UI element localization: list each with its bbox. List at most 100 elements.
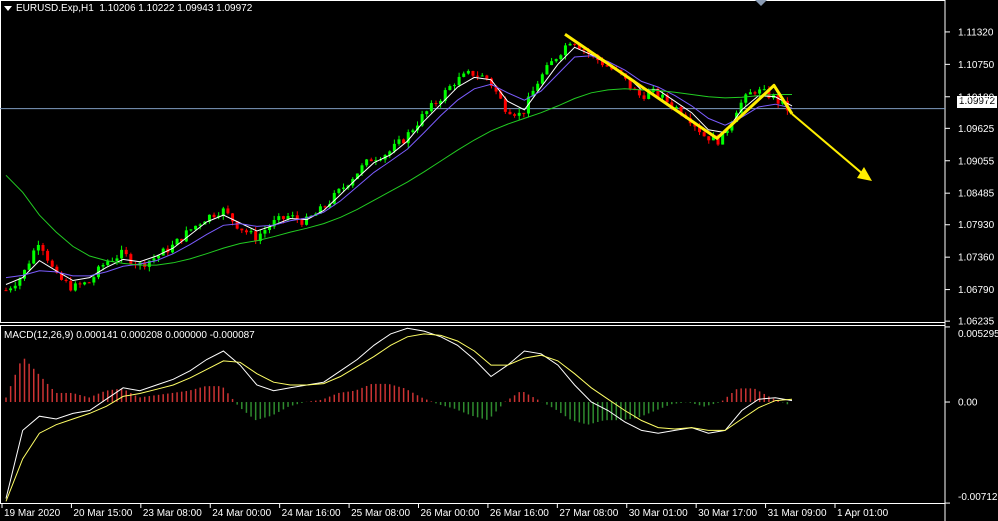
- bull-candle: [13, 285, 17, 289]
- chart-canvas[interactable]: 1.11320 1.10750 1.10180 1.09625 1.09055 1.084…: [0, 0, 998, 521]
- bear-candle: [87, 282, 91, 284]
- macd-tick-label: 0.00: [958, 398, 978, 409]
- bear-candle: [69, 281, 73, 291]
- bear-candle: [129, 254, 133, 264]
- bull-candle: [184, 230, 188, 242]
- bear-candle: [485, 75, 489, 79]
- moving-average-line: [5, 46, 793, 285]
- forecast-arrow-line[interactable]: [791, 113, 865, 176]
- time-tick-label: 1 Apr 01:00: [837, 508, 889, 519]
- bear-candle: [212, 214, 216, 218]
- bull-candle: [277, 216, 281, 221]
- bear-candle: [323, 206, 327, 208]
- price-tick-label: 1.08485: [958, 189, 995, 200]
- time-tick-label: 25 Mar 08:00: [351, 508, 410, 519]
- macd-tick-label: -0.007126: [958, 492, 998, 503]
- bear-candle: [244, 230, 248, 233]
- time-tick-label: 27 Mar 08:00: [559, 508, 618, 519]
- bull-candle: [332, 192, 336, 204]
- bull-candle: [462, 73, 466, 77]
- bull-candle: [568, 43, 572, 46]
- price-tick-label: 1.09625: [958, 124, 995, 135]
- bull-candle: [32, 250, 36, 264]
- bull-candle: [36, 244, 40, 251]
- bull-candle: [457, 76, 461, 86]
- price-tick-label: 1.07360: [958, 253, 995, 264]
- bull-candle: [337, 188, 341, 193]
- time-tick-label: 31 Mar 09:00: [768, 508, 827, 519]
- bull-candle: [540, 74, 544, 84]
- price-tick-label: 1.06790: [958, 285, 995, 296]
- bull-candle: [365, 159, 369, 166]
- bear-candle: [471, 70, 475, 76]
- bear-candle: [46, 250, 50, 261]
- zigzag-drawing[interactable]: [564, 32, 794, 140]
- bull-candle: [115, 258, 119, 261]
- price-tick-label: 1.11320: [958, 27, 994, 38]
- bull-candle: [194, 225, 198, 230]
- bull-candle: [448, 86, 452, 91]
- bear-candle: [254, 231, 258, 242]
- price-tick-label: 1.07930: [958, 220, 995, 231]
- shift-marker-icon[interactable]: [755, 0, 767, 6]
- bull-candle: [27, 263, 31, 270]
- bear-candle: [369, 159, 373, 162]
- bull-candle: [106, 261, 110, 266]
- bull-candle: [73, 283, 77, 291]
- bull-candle: [342, 187, 346, 189]
- bull-candle: [758, 89, 762, 94]
- bear-candle: [300, 219, 304, 225]
- bull-candle: [249, 231, 253, 233]
- bull-candle: [152, 258, 156, 261]
- bear-candle: [41, 244, 45, 251]
- bear-candle: [642, 95, 646, 99]
- bull-candle: [397, 139, 401, 144]
- bull-candle: [466, 70, 470, 74]
- bear-candle: [78, 283, 82, 285]
- main-panel-border: [0, 0, 946, 323]
- time-tick-label: 20 Mar 15:00: [73, 508, 132, 519]
- price-tick-label: 1.06235: [958, 317, 995, 328]
- bear-candle: [702, 132, 706, 137]
- bear-candle: [402, 139, 406, 144]
- bull-candle: [545, 65, 549, 75]
- bull-candle: [9, 288, 13, 291]
- bull-candle: [189, 229, 193, 231]
- bull-candle: [661, 94, 665, 98]
- bull-candle: [744, 94, 748, 103]
- time-tick-label: 19 Mar 2020: [4, 508, 61, 519]
- bull-candle: [221, 208, 225, 216]
- bear-candle: [226, 208, 230, 214]
- bull-candle: [559, 55, 563, 60]
- bull-candle: [429, 103, 433, 112]
- bear-candle: [124, 249, 128, 255]
- bear-candle: [4, 290, 8, 292]
- bull-candle: [452, 85, 456, 87]
- price-tick-label: 1.10180: [958, 92, 995, 103]
- time-tick-label: 26 Mar 16:00: [490, 508, 549, 519]
- bear-candle: [573, 43, 577, 45]
- signal-line: [5, 333, 793, 502]
- bull-candle: [263, 230, 267, 234]
- bull-candle: [83, 282, 87, 285]
- bull-candle: [425, 111, 429, 115]
- bear-candle: [50, 260, 54, 267]
- price-tick-label: 1.09055: [958, 156, 995, 167]
- time-tick-label: 24 Mar 00:00: [212, 508, 271, 519]
- bull-candle: [554, 59, 558, 62]
- bull-candle: [674, 107, 678, 109]
- bull-candle: [92, 277, 96, 283]
- forecast-arrow-head-icon[interactable]: [857, 166, 872, 181]
- bear-candle: [753, 92, 757, 94]
- bear-candle: [503, 98, 507, 112]
- bull-candle: [120, 249, 124, 259]
- price-tick-label: 1.10750: [958, 60, 995, 71]
- bear-candle: [281, 216, 285, 220]
- macd-tick-label: 0.005295: [958, 329, 998, 340]
- bull-candle: [101, 265, 105, 267]
- bear-candle: [476, 75, 480, 77]
- bull-candle: [762, 89, 766, 91]
- bull-candle: [411, 130, 415, 133]
- bear-candle: [240, 228, 244, 231]
- bull-candle: [550, 61, 554, 66]
